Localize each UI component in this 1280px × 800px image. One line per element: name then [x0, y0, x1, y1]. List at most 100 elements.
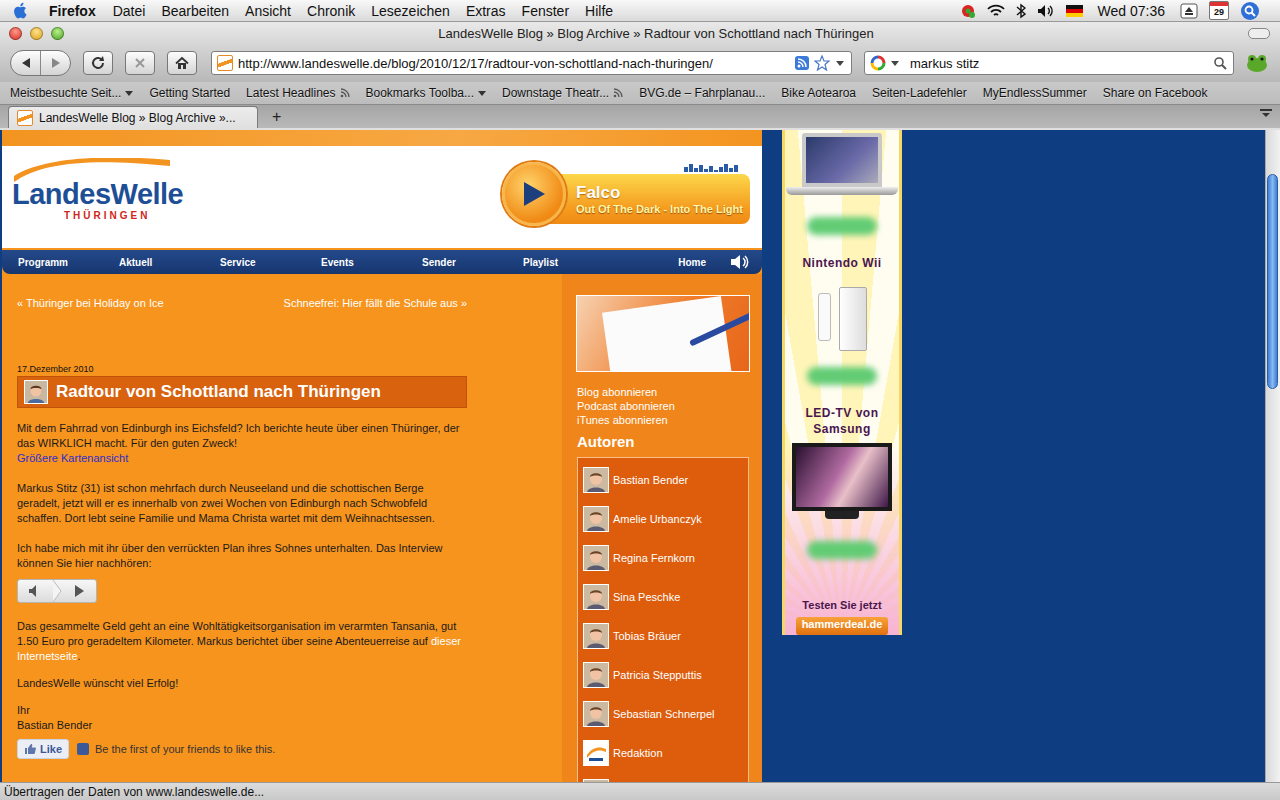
bookmark-item[interactable]: Downstage Theatr... [502, 86, 623, 100]
zoom-button[interactable] [51, 27, 64, 40]
bluetooth-icon[interactable] [1016, 3, 1026, 19]
magnifier-icon[interactable] [1213, 56, 1227, 70]
menu-item[interactable]: Extras [458, 3, 514, 19]
signature-line: Ihr [17, 703, 469, 718]
menu-item[interactable]: Datei [105, 3, 154, 19]
nav-item[interactable]: Events [321, 257, 422, 268]
search-text[interactable]: markus stitz [910, 56, 1208, 71]
ad-item[interactable]: Nintendo Wii [797, 235, 887, 385]
minimize-button[interactable] [30, 27, 43, 40]
audio-play-icon[interactable] [72, 584, 86, 598]
bookmark-item[interactable]: Bookmarks Toolba... [366, 86, 487, 100]
bookmark-item[interactable]: Getting Started [149, 86, 230, 100]
map-link[interactable]: Größere Kartenansicht [17, 452, 128, 464]
subscribe-link[interactable]: Podcast abonnieren [577, 399, 749, 413]
bookmark-item[interactable]: MyEndlessSummer [983, 86, 1087, 100]
bookmark-label: BVG.de – Fahrplanau... [639, 86, 765, 100]
spotlight-icon[interactable] [1240, 1, 1260, 21]
reload-button[interactable] [83, 51, 113, 75]
site-nav: ProgrammAktuellServiceEventsSenderPlayli… [2, 250, 762, 274]
menu-item[interactable]: Bearbeiten [153, 3, 237, 19]
back-button[interactable] [11, 51, 40, 75]
bookmark-item[interactable]: BVG.de – Fahrplanau... [639, 86, 765, 100]
search-field[interactable]: markus stitz [864, 51, 1234, 75]
close-button[interactable] [9, 27, 22, 40]
ad-item[interactable] [786, 133, 898, 235]
menu-item[interactable]: Ansicht [237, 3, 299, 19]
calendar-icon[interactable]: 29 [1209, 1, 1229, 20]
author-row[interactable]: Sebastian Schnerpel [578, 694, 748, 733]
play-button[interactable] [502, 162, 566, 226]
browser-viewport: LandesWelleTHÜRINGENFalcoOut Of The Dark… [0, 130, 1280, 782]
tab-list-icon [1260, 108, 1272, 118]
nav-item[interactable]: Sender [422, 257, 523, 268]
status-text: Übertragen der Daten von www.landeswelle… [4, 785, 264, 799]
console-picture [797, 277, 887, 351]
audio-player[interactable] [17, 579, 97, 603]
author-row[interactable]: Sina Peschke [578, 577, 748, 616]
bookmark-item[interactable]: Latest Headlines [246, 86, 349, 100]
url-text[interactable]: http://www.landeswelle.de/blog/2010/12/1… [238, 56, 790, 71]
scrollbar-thumb[interactable] [1267, 174, 1278, 389]
german-flag-icon[interactable] [1066, 5, 1083, 17]
bookmark-star-icon[interactable] [814, 55, 830, 71]
app-menu[interactable]: Firefox [41, 3, 105, 19]
equalizer-icon [684, 164, 740, 172]
rss-icon[interactable] [795, 56, 809, 70]
audio-speaker-icon[interactable] [28, 584, 42, 598]
stop-icon [132, 55, 148, 71]
bookmark-item[interactable]: Meistbesuchte Seit... [10, 86, 133, 100]
feed-icon [613, 88, 623, 98]
nav-item[interactable]: Aktuell [119, 257, 220, 268]
menu-item[interactable]: Fenster [514, 3, 577, 19]
like-button[interactable]: Like [17, 739, 69, 759]
author-row[interactable]: Redaktion [578, 733, 748, 772]
subscribe-link[interactable]: iTunes abonnieren [577, 413, 749, 427]
volume-icon[interactable] [1037, 4, 1055, 18]
status-bar: Übertragen der Daten von www.landeswelle… [0, 782, 1280, 800]
bookmark-item[interactable]: Seiten-Ladefehler [872, 86, 967, 100]
bookmark-item[interactable]: Bike Aotearoa [781, 86, 856, 100]
menu-item[interactable]: Lesezeichen [363, 3, 458, 19]
url-field[interactable]: http://www.landeswelle.de/blog/2010/12/1… [211, 51, 852, 75]
new-tab-button[interactable]: + [266, 107, 287, 127]
tab[interactable]: LandesWelle Blog » Blog Archive »... [8, 106, 258, 128]
home-link[interactable]: Home [678, 257, 706, 268]
nav-item[interactable]: Programm [18, 257, 119, 268]
ad-label: LED-TV vonSamsung [806, 405, 879, 437]
ad-item[interactable]: LED-TV vonSamsung [792, 385, 892, 559]
vertical-scrollbar[interactable] [1265, 130, 1280, 782]
flower-icon[interactable] [960, 3, 976, 19]
speaker-icon[interactable] [730, 253, 750, 271]
home-button[interactable] [167, 51, 197, 75]
eject-icon[interactable] [1180, 3, 1198, 19]
history-dropdown-icon[interactable] [835, 58, 845, 68]
search-engine-icon[interactable] [870, 55, 886, 71]
nav-item[interactable]: Playlist [523, 257, 624, 268]
subscribe-link[interactable]: Blog abonnieren [577, 385, 749, 399]
author-row[interactable]: Tobias Bräuer [578, 616, 748, 655]
website-link[interactable]: dieser Internetseite [17, 635, 461, 662]
next-post-link[interactable]: Schneefrei: Hier fällt die Schule aus » [284, 296, 467, 310]
site-logo[interactable]: LandesWelleTHÜRINGEN [12, 158, 183, 221]
apple-icon[interactable] [14, 2, 29, 19]
forward-button[interactable] [40, 51, 70, 75]
toolbar-toggle-button[interactable] [1248, 28, 1270, 39]
wifi-icon[interactable] [987, 4, 1005, 18]
author-row[interactable]: Bastian Bender [578, 460, 748, 499]
stop-button[interactable] [125, 51, 155, 75]
author-row[interactable]: Patricia Stepputtis [578, 655, 748, 694]
clock[interactable]: Wed 07:36 [1098, 3, 1165, 19]
ad-banner[interactable]: Nintendo WiiLED-TV vonSamsungTesten Sie … [782, 130, 902, 635]
previous-post-link[interactable]: « Thüringer bei Holiday on Ice [17, 296, 164, 310]
addon-frog-icon[interactable] [1246, 53, 1268, 73]
engine-dropdown-icon[interactable] [891, 59, 899, 67]
tab-list-button[interactable] [1260, 104, 1272, 122]
author-name: Amelie Urbanczyk [613, 513, 702, 525]
bookmark-item[interactable]: Share on Facebook [1103, 86, 1208, 100]
nav-item[interactable]: Service [220, 257, 321, 268]
author-row[interactable]: Regina Fernkorn [578, 538, 748, 577]
author-row[interactable]: Amelie Urbanczyk [578, 499, 748, 538]
menu-item[interactable]: Chronik [299, 3, 363, 19]
menu-item[interactable]: Hilfe [577, 3, 621, 19]
